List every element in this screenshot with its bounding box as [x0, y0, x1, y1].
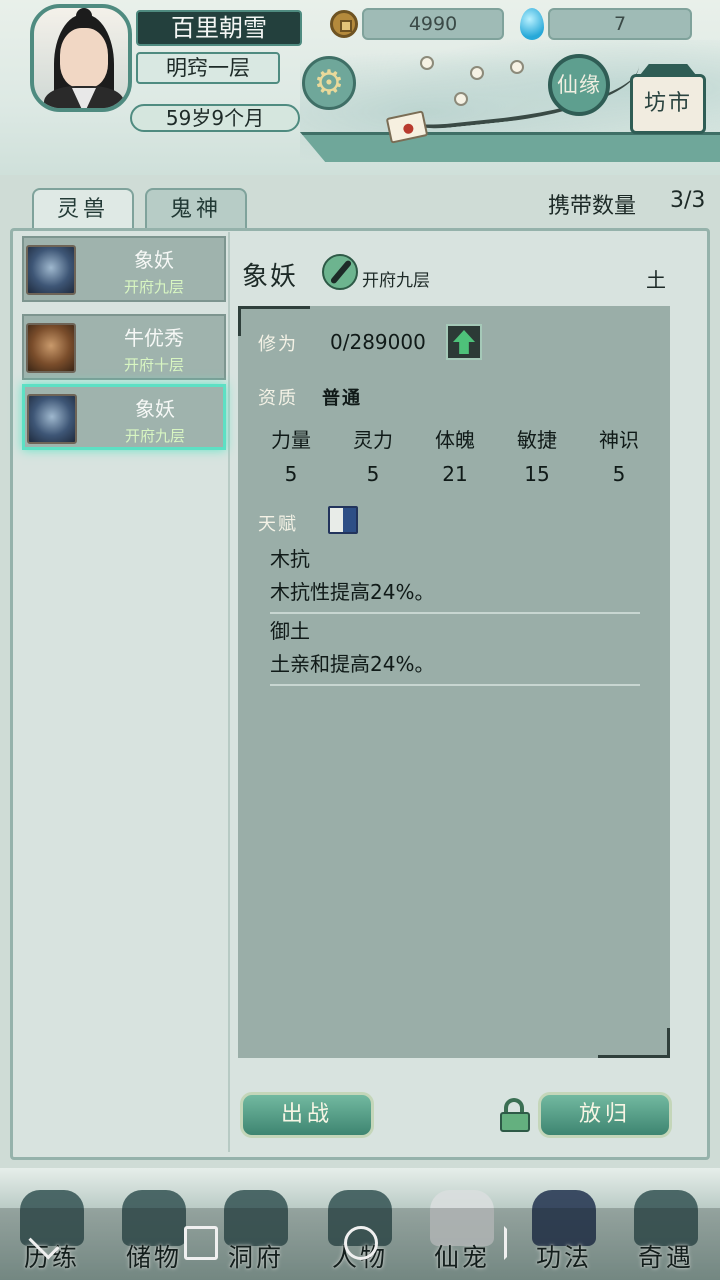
pet-level: 开府十层 — [123, 356, 184, 374]
aptitude-label: 资质 — [258, 388, 298, 409]
pet-detail-name: 象妖 — [242, 262, 299, 292]
talent-name: 木抗 — [270, 547, 310, 571]
pet-name: 牛优秀 — [124, 326, 184, 350]
tab-spirit-beast[interactable]: 灵兽 — [32, 188, 134, 230]
stat-label-sense: 神识 — [599, 428, 639, 452]
market-button[interactable]: 坊市 — [630, 74, 706, 134]
talent-item: 木抗 木抗性提高24%。 — [270, 542, 640, 614]
elephant-demon-icon — [27, 394, 77, 444]
stat-value-agility: 15 — [524, 462, 550, 486]
tab-ghost-god[interactable]: 鬼神 — [145, 188, 247, 230]
blossom-decoration — [510, 60, 524, 74]
deploy-button[interactable]: 出战 — [240, 1092, 374, 1138]
stat-label-agility: 敏捷 — [517, 428, 557, 452]
blossom-decoration — [470, 66, 484, 80]
pet-element: 土 — [646, 268, 666, 292]
book-icon[interactable] — [328, 506, 358, 534]
stat-value-sense: 5 — [612, 462, 626, 486]
settings-gear-icon[interactable]: ⚙ — [302, 56, 356, 110]
elephant-demon-icon — [26, 245, 76, 295]
home-icon[interactable] — [344, 1226, 378, 1260]
release-button[interactable]: 放归 — [538, 1092, 672, 1138]
cultivation-label: 修为 — [258, 334, 298, 355]
bull-demon-icon — [26, 323, 76, 373]
stat-label-physique: 体魄 — [435, 428, 475, 452]
pet-name: 象妖 — [135, 397, 175, 421]
rename-brush-icon[interactable] — [322, 254, 358, 290]
pet-list-item[interactable]: 牛优秀 开府十层 — [22, 314, 226, 380]
coin-count: 4990 — [362, 8, 504, 40]
stat-label-strength: 力量 — [271, 428, 311, 452]
pet-list-item[interactable]: 象妖 开府九层 — [22, 236, 226, 302]
talent-desc: 土亲和提高24%。 — [270, 652, 435, 676]
player-age: 59岁9个月 — [130, 104, 300, 132]
stat-value-strength: 5 — [284, 462, 298, 486]
back-triangle-icon[interactable] — [504, 1226, 538, 1260]
avatar[interactable] — [30, 4, 132, 112]
lock-icon[interactable] — [500, 1098, 530, 1132]
xianyuan-button[interactable]: 仙缘 — [548, 54, 610, 116]
carry-count-value: 3/3 — [670, 188, 706, 213]
talent-name: 御土 — [270, 619, 310, 643]
pet-level: 开府九层 — [124, 427, 185, 445]
pet-detail-level: 开府九层 — [362, 271, 430, 291]
upgrade-arrow-icon[interactable] — [446, 324, 482, 360]
hud-bar-decoration — [300, 132, 720, 162]
pet-list-item-selected[interactable]: 象妖 开府九层 — [22, 384, 226, 450]
talent-desc: 木抗性提高24%。 — [270, 580, 435, 604]
stat-value-spirit: 5 — [366, 462, 380, 486]
blossom-decoration — [454, 92, 468, 106]
cultivation-value: 0/289000 — [330, 330, 426, 354]
pet-name: 象妖 — [134, 248, 174, 272]
talent-item: 御土 土亲和提高24%。 — [270, 614, 640, 686]
recent-apps-icon[interactable] — [184, 1226, 218, 1260]
stat-value-physique: 21 — [442, 462, 468, 486]
player-name: 百里朝雪 — [136, 10, 302, 46]
carry-count-label: 携带数量 — [548, 194, 637, 219]
aptitude-value: 普通 — [322, 388, 362, 409]
pet-level: 开府九层 — [123, 278, 184, 296]
talent-label: 天赋 — [258, 514, 298, 535]
spirit-stone-icon — [520, 8, 544, 40]
blossom-decoration — [420, 56, 434, 70]
coin-icon — [330, 10, 358, 38]
frame-corner-decoration — [598, 1028, 670, 1058]
player-realm: 明窍一层 — [136, 52, 280, 84]
spirit-stone-count: 7 — [548, 8, 692, 40]
stat-label-spirit: 灵力 — [353, 428, 393, 452]
